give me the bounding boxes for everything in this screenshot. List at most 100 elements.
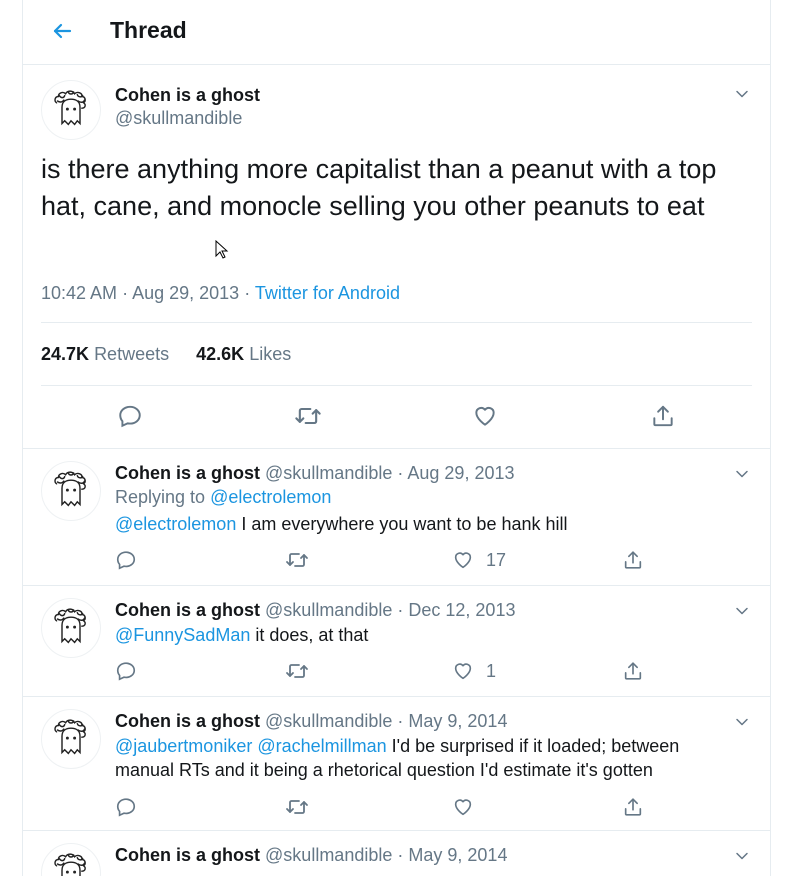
comment-icon bbox=[115, 549, 137, 571]
replying-to-link[interactable]: @electrolemon bbox=[210, 487, 331, 507]
mention-link[interactable]: @rachelmillman bbox=[257, 736, 386, 756]
reply-button[interactable] bbox=[115, 794, 137, 820]
ghost-avatar-icon bbox=[44, 601, 98, 655]
ghost-avatar-icon bbox=[44, 83, 98, 137]
like-button[interactable] bbox=[470, 401, 500, 431]
share-icon bbox=[622, 549, 644, 571]
author-handle[interactable]: @skullmandible bbox=[265, 845, 392, 865]
author-handle[interactable]: @skullmandible bbox=[265, 463, 392, 483]
avatar[interactable] bbox=[41, 461, 101, 521]
page-title: Thread bbox=[110, 17, 187, 43]
thread-column: Thread Cohen is a ghost @skullmandible i… bbox=[22, 0, 771, 876]
heart-icon bbox=[452, 660, 474, 682]
ghost-avatar-icon bbox=[44, 712, 98, 766]
reply-button[interactable] bbox=[115, 658, 137, 684]
retweet-icon bbox=[294, 402, 322, 430]
heart-icon bbox=[452, 549, 474, 571]
share-button[interactable] bbox=[648, 401, 678, 431]
retweet-button[interactable] bbox=[285, 547, 309, 573]
arrow-left-icon bbox=[53, 23, 72, 39]
reply-tweet[interactable]: Cohen is a ghost @skullmandible · May 9,… bbox=[23, 830, 770, 876]
reply-text: @FunnySadMan it does, at that bbox=[115, 625, 369, 645]
tweet-text: is there anything more capitalist than a… bbox=[41, 154, 717, 221]
like-button[interactable]: 1 bbox=[452, 658, 496, 684]
reply-date[interactable]: May 9, 2014 bbox=[408, 711, 507, 731]
tweet-menu-button[interactable] bbox=[730, 844, 754, 868]
mention-link[interactable]: @electrolemon bbox=[115, 514, 236, 534]
avatar[interactable] bbox=[41, 843, 101, 876]
reply-header: Cohen is a ghost @skullmandible · May 9,… bbox=[115, 711, 508, 731]
chevron-down-icon bbox=[732, 846, 752, 866]
chevron-down-icon bbox=[732, 84, 752, 104]
ghost-avatar-icon bbox=[44, 846, 98, 876]
share-icon bbox=[622, 660, 644, 682]
comment-icon bbox=[115, 660, 137, 682]
chevron-down-icon bbox=[732, 712, 752, 732]
heart-icon bbox=[452, 796, 474, 818]
like-button[interactable] bbox=[452, 794, 474, 820]
avatar[interactable] bbox=[41, 598, 101, 658]
reply-date[interactable]: Aug 29, 2013 bbox=[407, 463, 514, 483]
heart-icon bbox=[472, 403, 498, 429]
chevron-down-icon bbox=[732, 464, 752, 484]
back-button[interactable] bbox=[43, 12, 81, 50]
chevron-down-icon bbox=[732, 601, 752, 621]
retweets-stat[interactable]: 24.7K Retweets bbox=[41, 344, 169, 364]
tweet-date[interactable]: Aug 29, 2013 bbox=[132, 283, 239, 303]
divider bbox=[41, 322, 752, 323]
reply-tweet[interactable]: Cohen is a ghost @skullmandible · Aug 29… bbox=[23, 448, 770, 585]
comment-icon bbox=[117, 403, 143, 429]
like-button[interactable]: 17 bbox=[452, 547, 506, 573]
author-name: Cohen is a ghost bbox=[115, 85, 261, 105]
main-tweet-actions bbox=[23, 400, 770, 436]
avatar[interactable] bbox=[41, 80, 101, 140]
author-handle: @skullmandible bbox=[115, 108, 243, 128]
avatar[interactable] bbox=[41, 709, 101, 769]
retweet-button[interactable] bbox=[285, 658, 309, 684]
reply-tweet[interactable]: Cohen is a ghost @skullmandible · May 9,… bbox=[23, 696, 770, 830]
author-name[interactable]: Cohen is a ghost bbox=[115, 463, 260, 483]
author-name[interactable]: Cohen is a ghost bbox=[115, 711, 260, 731]
main-author[interactable]: Cohen is a ghost @skullmandible bbox=[115, 85, 260, 129]
tweet-menu-button[interactable] bbox=[730, 462, 754, 486]
likes-stat[interactable]: 42.6K Likes bbox=[196, 344, 291, 364]
author-handle[interactable]: @skullmandible bbox=[265, 711, 392, 731]
mention-link[interactable]: @jaubertmoniker bbox=[115, 736, 252, 756]
retweet-icon bbox=[285, 795, 309, 819]
reply-tweet[interactable]: Cohen is a ghost @skullmandible · Dec 12… bbox=[23, 585, 770, 696]
reply-header: Cohen is a ghost @skullmandible · Dec 12… bbox=[115, 600, 516, 620]
reply-date[interactable]: May 9, 2014 bbox=[408, 845, 507, 865]
ghost-avatar-icon bbox=[44, 464, 98, 518]
share-button[interactable] bbox=[622, 794, 644, 820]
tweet-stats: 24.7K Retweets 42.6K Likes bbox=[41, 344, 313, 365]
mouse-cursor-icon bbox=[215, 239, 229, 265]
retweet-button[interactable] bbox=[293, 401, 323, 431]
reply-actions: 17 bbox=[115, 547, 675, 577]
reply-header: Cohen is a ghost @skullmandible · May 9,… bbox=[115, 845, 508, 865]
retweet-icon bbox=[285, 548, 309, 572]
reply-text-line: manual RTs and it being a rhetorical que… bbox=[115, 760, 653, 780]
reply-header: Cohen is a ghost @skullmandible · Aug 29… bbox=[115, 463, 515, 483]
tweet-menu-button[interactable] bbox=[730, 82, 754, 106]
tweet-menu-button[interactable] bbox=[730, 599, 754, 623]
share-icon bbox=[650, 403, 676, 429]
retweet-button[interactable] bbox=[285, 794, 309, 820]
author-handle[interactable]: @skullmandible bbox=[265, 600, 392, 620]
retweet-icon bbox=[285, 659, 309, 683]
reply-button[interactable] bbox=[115, 401, 145, 431]
tweet-source-link[interactable]: Twitter for Android bbox=[255, 283, 400, 303]
replying-to: Replying to @electrolemon bbox=[115, 487, 332, 507]
reply-actions bbox=[115, 794, 675, 824]
reply-actions: 1 bbox=[115, 658, 675, 688]
mention-link[interactable]: @FunnySadMan bbox=[115, 625, 250, 645]
tweet-menu-button[interactable] bbox=[730, 710, 754, 734]
author-name[interactable]: Cohen is a ghost bbox=[115, 845, 260, 865]
share-button[interactable] bbox=[622, 658, 644, 684]
reply-button[interactable] bbox=[115, 547, 137, 573]
share-icon bbox=[622, 796, 644, 818]
share-button[interactable] bbox=[622, 547, 644, 573]
author-name[interactable]: Cohen is a ghost bbox=[115, 600, 260, 620]
reply-date[interactable]: Dec 12, 2013 bbox=[408, 600, 515, 620]
tweet-time: 10:42 AM bbox=[41, 283, 118, 303]
reply-text: @electrolemon I am everywhere you want t… bbox=[115, 514, 568, 534]
